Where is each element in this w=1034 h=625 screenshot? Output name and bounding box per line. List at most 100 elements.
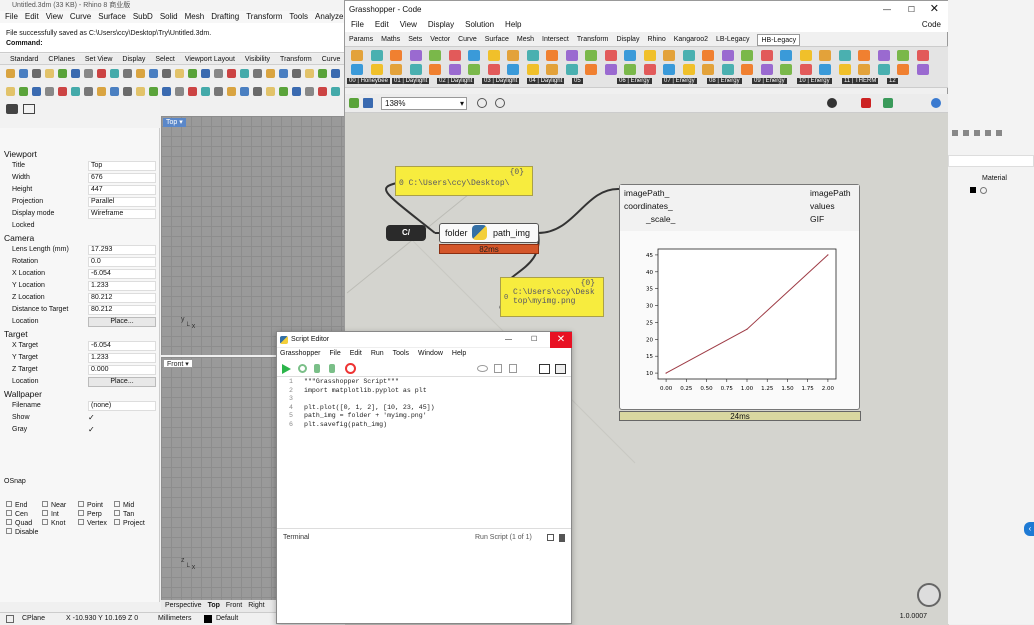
gh-component-icon[interactable] [916, 50, 929, 61]
run-icon[interactable] [282, 364, 291, 374]
se-menu-item[interactable]: Window [418, 348, 443, 360]
se-menu-item[interactable]: Run [371, 348, 384, 360]
viewport-prop-value[interactable]: Top [88, 161, 156, 171]
gh-tab[interactable]: Rhino [647, 34, 665, 46]
osnap-checkbox[interactable] [114, 501, 120, 507]
gh-component-icon[interactable] [370, 50, 383, 61]
toolbar-tool-icon[interactable] [84, 68, 93, 78]
gh-component-icon[interactable] [682, 64, 695, 75]
gh-ribbon-group-label[interactable]: 05 [572, 78, 583, 84]
gh-component-icon[interactable] [351, 50, 363, 61]
gh-tab[interactable]: Vector [430, 34, 450, 46]
toolbar-tab[interactable]: Curve [322, 54, 341, 64]
gh-tab[interactable]: Intersect [542, 34, 569, 46]
image-input-param[interactable]: imagePath_ [624, 187, 675, 200]
camera-prop-value[interactable]: -6.054 [88, 269, 156, 279]
image-input-param[interactable]: _scale_ [624, 213, 675, 226]
osnap-item[interactable]: Point [78, 501, 103, 509]
toolbar-tool-icon[interactable] [214, 68, 223, 78]
toolbar-tool-icon[interactable] [71, 86, 80, 96]
viewport-front-label[interactable]: Front ▾ [163, 359, 193, 368]
toolbar-tab[interactable]: Transform [280, 54, 312, 64]
camera-prop-value[interactable]: 1.233 [88, 281, 156, 291]
gh-component-icon[interactable] [565, 50, 578, 61]
close-icon[interactable]: ✕ [930, 1, 939, 18]
gh-tab[interactable]: Transform [577, 34, 609, 46]
se-close-icon[interactable]: ✕ [550, 332, 572, 348]
gh-component-icon[interactable] [507, 50, 519, 61]
toolbar-tool-icon[interactable] [292, 86, 301, 96]
gh-menu-item[interactable]: Display [428, 18, 454, 32]
gh-component-icon[interactable] [351, 64, 363, 75]
gh-ribbon-group-label[interactable]: 00 | Honeybee [347, 78, 390, 84]
osnap-checkbox[interactable] [42, 510, 48, 516]
viewport-prop-value[interactable]: 676 [88, 173, 156, 183]
status-layer[interactable]: Default [216, 613, 238, 625]
osnap-item[interactable]: Knot [42, 519, 65, 527]
se-minimize-icon[interactable]: — [505, 332, 512, 348]
viewport-prop-value[interactable]: Wireframe [88, 209, 156, 219]
gh-ribbon-group-label[interactable]: 08 | Energy [707, 78, 742, 84]
expand-panel-icon[interactable]: ‹ [1024, 522, 1034, 536]
gh-tab[interactable]: Params [349, 34, 373, 46]
gh-component-icon[interactable] [585, 64, 597, 75]
toolbar-tab[interactable]: Set View [85, 54, 113, 64]
gh-ribbon-group-label[interactable]: 12 [887, 78, 898, 84]
gh-component-icon[interactable] [585, 50, 597, 61]
image-input-param[interactable]: coordinates_ [624, 200, 675, 213]
gh-component-icon[interactable] [721, 50, 734, 61]
toolbar-tab[interactable]: CPlanes [48, 54, 74, 64]
toolbar-tool-icon[interactable] [279, 68, 288, 78]
gh-component-icon[interactable] [877, 50, 890, 61]
viewport-tab[interactable]: Right [248, 600, 264, 612]
toolbar-tool-icon[interactable] [136, 86, 145, 96]
gh-component-icon[interactable] [799, 50, 812, 61]
toolbar-tool-icon[interactable] [266, 86, 275, 96]
gh-component-icon[interactable] [897, 64, 909, 75]
osnap-checkbox[interactable] [42, 519, 48, 525]
toolbar-tool-icon[interactable] [227, 68, 236, 78]
toolbar-tool-icon[interactable] [253, 68, 262, 78]
toolbar-tool-icon[interactable] [305, 68, 314, 78]
gh-component-icon[interactable] [507, 64, 519, 75]
python-input-folder[interactable]: folder [445, 228, 468, 238]
wallpaper-prop-checkbox[interactable]: ✓ [88, 424, 95, 436]
open-icon[interactable] [349, 98, 359, 108]
osnap-checkbox[interactable] [78, 519, 84, 525]
toolbar-tool-icon[interactable] [58, 86, 67, 96]
osnap-checkbox[interactable] [114, 519, 120, 525]
gh-component-icon[interactable] [702, 50, 714, 61]
gh-ribbon-group-label[interactable]: 06 | Energy [617, 78, 652, 84]
stop-icon[interactable] [345, 363, 356, 374]
gh-component-icon[interactable] [429, 64, 441, 75]
gh-component-icon[interactable] [390, 50, 402, 61]
gh-component-icon[interactable] [838, 64, 851, 75]
toolbar-tool-icon[interactable] [292, 68, 301, 78]
display-icon[interactable] [23, 104, 35, 114]
osnap-item[interactable]: Int [42, 510, 59, 518]
toolbar-tool-icon[interactable] [149, 68, 158, 78]
gh-component-icon[interactable] [780, 64, 792, 75]
toolbar-tool-icon[interactable] [19, 86, 28, 96]
rhino-menu-item[interactable]: Surface [98, 11, 126, 23]
gh-component-icon[interactable] [643, 50, 656, 61]
toolbar-tool-icon[interactable] [175, 68, 184, 78]
osnap-checkbox[interactable] [6, 519, 12, 525]
rhino-menu-item[interactable]: SubD [133, 11, 153, 23]
camera-prop-value[interactable]: 80.212 [88, 305, 156, 315]
gh-tab[interactable]: Mesh [517, 34, 534, 46]
gh-component-icon[interactable] [546, 64, 558, 75]
gh-component-icon[interactable] [702, 64, 714, 75]
gh-tab[interactable]: Surface [485, 34, 509, 46]
image-output-param[interactable]: imagePath [810, 187, 851, 200]
gh-tab[interactable]: LB-Legacy [716, 34, 749, 46]
doc-icon[interactable] [494, 364, 502, 373]
gh-component-icon[interactable] [780, 50, 792, 61]
gh-component-icon[interactable] [604, 50, 617, 61]
code-editor[interactable]: 1 """Grasshopper Script""" 2 import matplot… [277, 378, 571, 528]
toolbar-tool-icon[interactable] [32, 68, 41, 78]
gh-component-icon[interactable] [448, 64, 461, 75]
toolbar-tool-icon[interactable] [266, 68, 275, 78]
gh-menu-item[interactable]: Edit [375, 18, 389, 32]
gh-ribbon-group-label[interactable]: 02 | Daylight [437, 78, 475, 84]
